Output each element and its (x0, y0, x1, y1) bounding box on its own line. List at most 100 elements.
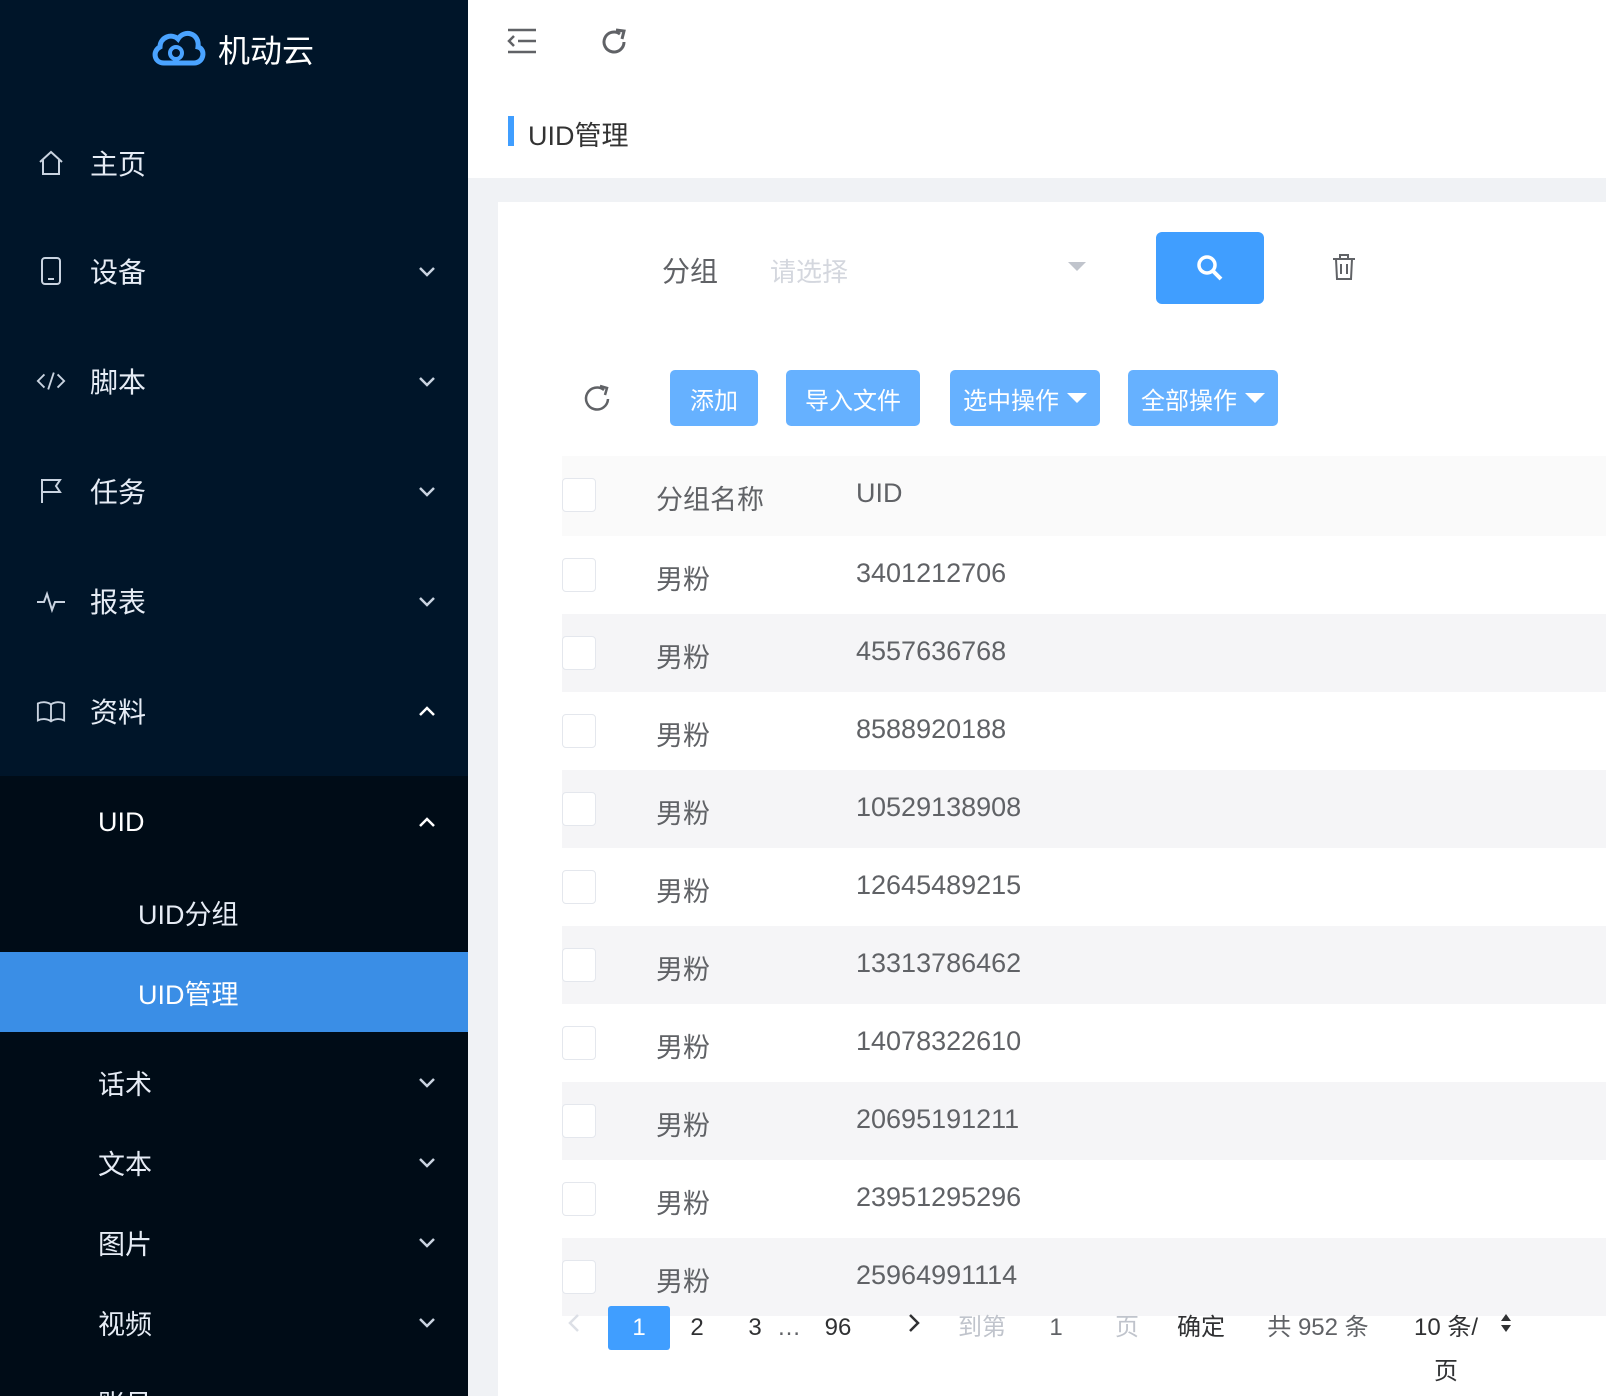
row-checkbox[interactable] (562, 1026, 596, 1060)
table-row[interactable]: 男粉 20695191211 (562, 1082, 1606, 1160)
collapse-menu-icon[interactable] (506, 26, 538, 61)
sidebar-item-label: 视频 (98, 1309, 152, 1340)
add-button-label: 添加 (690, 387, 738, 415)
sidebar-item-devices[interactable]: 设备 (0, 216, 468, 326)
import-file-button[interactable]: 导入文件 (786, 370, 920, 426)
select-all-checkbox[interactable] (562, 478, 596, 512)
table-row[interactable]: 男粉 14078322610 (562, 1004, 1606, 1082)
cell-group: 男粉 (656, 1189, 710, 1219)
chevron-down-icon (419, 1318, 435, 1328)
caret-down-icon (1245, 393, 1265, 403)
search-icon (1197, 255, 1223, 281)
sidebar-item-materials[interactable]: 资料 (0, 656, 468, 766)
sidebar-item-text[interactable]: 文本 (0, 1122, 468, 1202)
sidebar-item-images[interactable]: 图片 (0, 1202, 468, 1282)
table-row[interactable]: 男粉 23951295296 (562, 1160, 1606, 1238)
group-select[interactable]: 请选择 (752, 242, 1096, 292)
cell-group: 男粉 (656, 955, 710, 985)
table-row[interactable]: 男粉 8588920188 (562, 692, 1606, 770)
goto-page-input[interactable]: 1 (1038, 1306, 1074, 1350)
refresh-icon (584, 384, 610, 411)
group-filter-label: 分组 (662, 256, 719, 287)
page-ellipsis[interactable]: … (774, 1306, 804, 1350)
goto-label: 到第 (958, 1314, 1006, 1341)
selected-ops-dropdown[interactable]: 选中操作 (950, 370, 1100, 426)
table-row[interactable]: 男粉 4557636768 (562, 614, 1606, 692)
chevron-right-icon (909, 1314, 920, 1332)
cell-uid: 8588920188 (856, 714, 1007, 744)
sidebar-item-label: 账号 (98, 1383, 152, 1396)
caret-down-icon (1067, 393, 1087, 403)
sidebar-item-scripts-talk[interactable]: 话术 (0, 1042, 468, 1122)
page-3-button[interactable]: 3 (740, 1306, 770, 1350)
sort-arrows-icon[interactable] (1496, 1306, 1516, 1350)
chevron-down-icon (419, 1238, 435, 1248)
add-button[interactable]: 添加 (670, 370, 758, 426)
table-row[interactable]: 男粉 10529138908 (562, 770, 1606, 848)
sidebar-item-home[interactable]: 主页 (0, 108, 468, 218)
sidebar-item-scripts[interactable]: 脚本 (0, 326, 468, 436)
reload-icon[interactable] (598, 26, 630, 63)
cell-uid: 10529138908 (856, 792, 1022, 822)
chevron-down-icon (419, 597, 435, 607)
sidebar: 机动云 主页 设备 脚本 任务 报表 资料 UID UID分组 UID管理 话术… (0, 0, 468, 1396)
sidebar-item-uid-groups[interactable]: UID分组 (0, 872, 468, 952)
flag-icon (36, 476, 66, 506)
row-checkbox[interactable] (562, 1104, 596, 1138)
row-checkbox[interactable] (562, 870, 596, 904)
sidebar-item-label: 资料 (90, 697, 147, 728)
sidebar-item-accounts[interactable]: 账号 (0, 1362, 468, 1396)
page-1-button[interactable]: 1 (608, 1306, 670, 1350)
cell-uid: 3401212706 (856, 558, 1007, 588)
chevron-up-icon (419, 817, 435, 827)
sidebar-item-tasks[interactable]: 任务 (0, 436, 468, 546)
refresh-button[interactable] (580, 382, 616, 418)
sidebar-item-label: 报表 (90, 587, 147, 618)
table-row[interactable]: 男粉 12645489215 (562, 848, 1606, 926)
home-icon (36, 148, 66, 178)
row-checkbox[interactable] (562, 636, 596, 670)
page-size-select[interactable]: 10 条/页 (1402, 1306, 1490, 1385)
sidebar-item-label: 图片 (98, 1229, 152, 1260)
chevron-down-icon (419, 267, 435, 277)
logo[interactable]: 机动云 (150, 24, 314, 74)
cell-group: 男粉 (656, 799, 710, 829)
table-row[interactable]: 男粉 13313786462 (562, 926, 1606, 1004)
next-page-button[interactable] (902, 1306, 926, 1350)
row-checkbox[interactable] (562, 714, 596, 748)
page-2-button[interactable]: 2 (682, 1306, 712, 1350)
all-ops-label: 全部操作 (1141, 387, 1237, 415)
clear-button[interactable] (1330, 252, 1360, 282)
cell-group: 男粉 (656, 877, 710, 907)
sidebar-item-reports[interactable]: 报表 (0, 546, 468, 656)
sidebar-item-uid[interactable]: UID (0, 782, 468, 862)
tablet-icon (36, 256, 66, 286)
caret-down-icon (1068, 262, 1086, 271)
goto-confirm-button[interactable]: 确定 (1176, 1306, 1226, 1350)
chevron-down-icon (419, 377, 435, 387)
sidebar-item-label: 脚本 (90, 367, 147, 398)
search-button[interactable] (1156, 232, 1264, 304)
group-select-placeholder: 请选择 (770, 257, 849, 287)
chevron-down-icon (419, 1078, 435, 1088)
sidebar-item-label: 任务 (90, 477, 147, 508)
sidebar-item-videos[interactable]: 视频 (0, 1282, 468, 1362)
cell-uid: 20695191211 (856, 1104, 1020, 1134)
breadcrumb-marker (508, 116, 514, 146)
row-checkbox[interactable] (562, 948, 596, 982)
column-header-group: 分组名称 (656, 485, 764, 515)
sidebar-item-label: UID (98, 806, 145, 837)
row-checkbox[interactable] (562, 792, 596, 826)
row-checkbox[interactable] (562, 1182, 596, 1216)
cell-uid: 25964991114 (856, 1260, 1018, 1290)
total-count: 共 952 条 (1267, 1314, 1369, 1341)
prev-page-button[interactable] (562, 1306, 586, 1350)
sidebar-item-uid-manage[interactable]: UID管理 (0, 952, 468, 1032)
page-96-button[interactable]: 96 (818, 1306, 858, 1350)
row-checkbox[interactable] (562, 558, 596, 592)
all-ops-dropdown[interactable]: 全部操作 (1128, 370, 1278, 426)
book-icon (36, 696, 66, 726)
sidebar-item-label: UID管理 (138, 979, 239, 1010)
row-checkbox[interactable] (562, 1260, 596, 1294)
table-row[interactable]: 男粉 3401212706 (562, 536, 1606, 614)
